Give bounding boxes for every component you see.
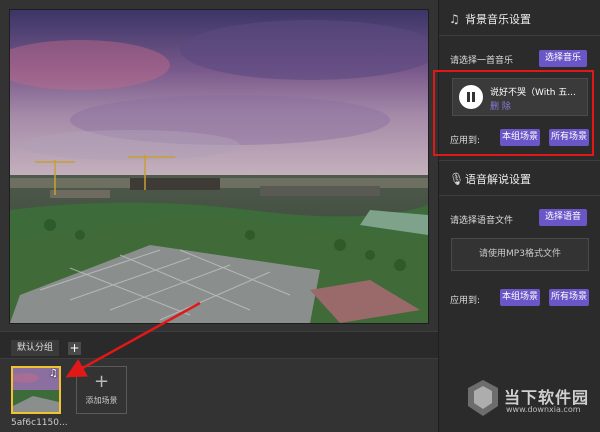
apply-all-button[interactable]: 所有场景: [549, 289, 589, 306]
scene-editor-panel: 默认分组 + ♫ 5af6c1150... + 添加场景: [0, 0, 438, 432]
divider: [439, 160, 600, 161]
panorama-preview[interactable]: [9, 9, 429, 324]
apply-to-label: 应用到:: [450, 296, 481, 306]
watermark: 当下软件园 www.downxia.com: [466, 378, 600, 432]
add-scene-label: 添加场景: [85, 396, 118, 405]
music-note-icon: ♫: [449, 12, 460, 26]
watermark-url: www.downxia.com: [506, 405, 581, 414]
narration-title: 语音解说设置: [465, 173, 531, 186]
microphone-icon: 🎙: [449, 172, 465, 186]
settings-sidebar: ♫ 背景音乐设置 请选择一首音乐 选择音乐 说好不哭（With 五... 删 除…: [438, 0, 600, 432]
scene-group-bar: 默认分组 +: [0, 331, 438, 359]
music-note-icon: ♫: [49, 368, 58, 379]
divider: [439, 195, 600, 196]
voice-file-dropzone[interactable]: 请使用MP3格式文件: [451, 238, 589, 271]
divider: [439, 35, 600, 36]
watermark-logo: [468, 380, 498, 416]
group-tab-default[interactable]: 默认分组: [11, 340, 60, 356]
plus-icon: +: [93, 371, 110, 392]
narration-header: 🎙 语音解说设置: [449, 171, 531, 187]
scene-name: 5af6c1150...: [11, 418, 68, 428]
select-voice-button[interactable]: 选择语音: [539, 209, 587, 226]
bg-music-header: ♫ 背景音乐设置: [449, 11, 531, 27]
panorama-image: [10, 10, 428, 323]
select-music-label: 请选择一首音乐: [450, 56, 514, 66]
add-group-button[interactable]: +: [68, 342, 81, 355]
add-scene-button[interactable]: + 添加场景: [76, 366, 127, 414]
scene-thumbnail[interactable]: ♫: [11, 366, 61, 414]
select-music-button[interactable]: 选择音乐: [539, 50, 587, 67]
highlight-box: [433, 70, 594, 156]
bg-music-title: 背景音乐设置: [465, 13, 531, 26]
select-voice-label: 请选择语音文件: [450, 216, 514, 226]
apply-group-button[interactable]: 本组场景: [500, 289, 540, 306]
